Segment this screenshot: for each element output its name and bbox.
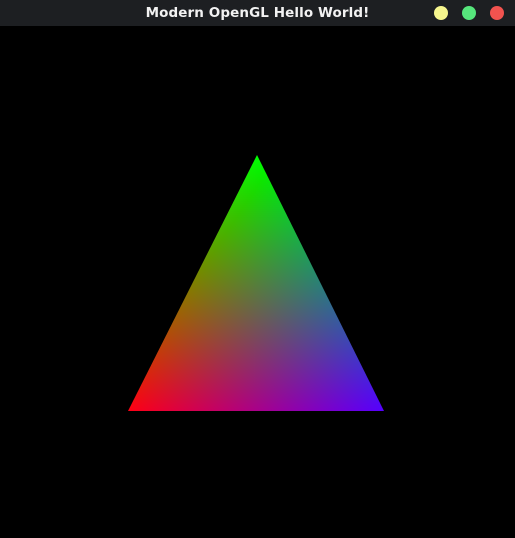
close-button[interactable] bbox=[490, 6, 504, 20]
app-window: Modern OpenGL Hello World! bbox=[0, 0, 515, 538]
minimize-button[interactable] bbox=[434, 6, 448, 20]
title-bar[interactable]: Modern OpenGL Hello World! bbox=[0, 0, 515, 26]
rgb-triangle bbox=[128, 155, 384, 411]
render-surface bbox=[128, 155, 384, 411]
opengl-canvas[interactable] bbox=[0, 26, 515, 538]
maximize-button[interactable] bbox=[462, 6, 476, 20]
blue-vertex-gradient bbox=[128, 155, 384, 411]
